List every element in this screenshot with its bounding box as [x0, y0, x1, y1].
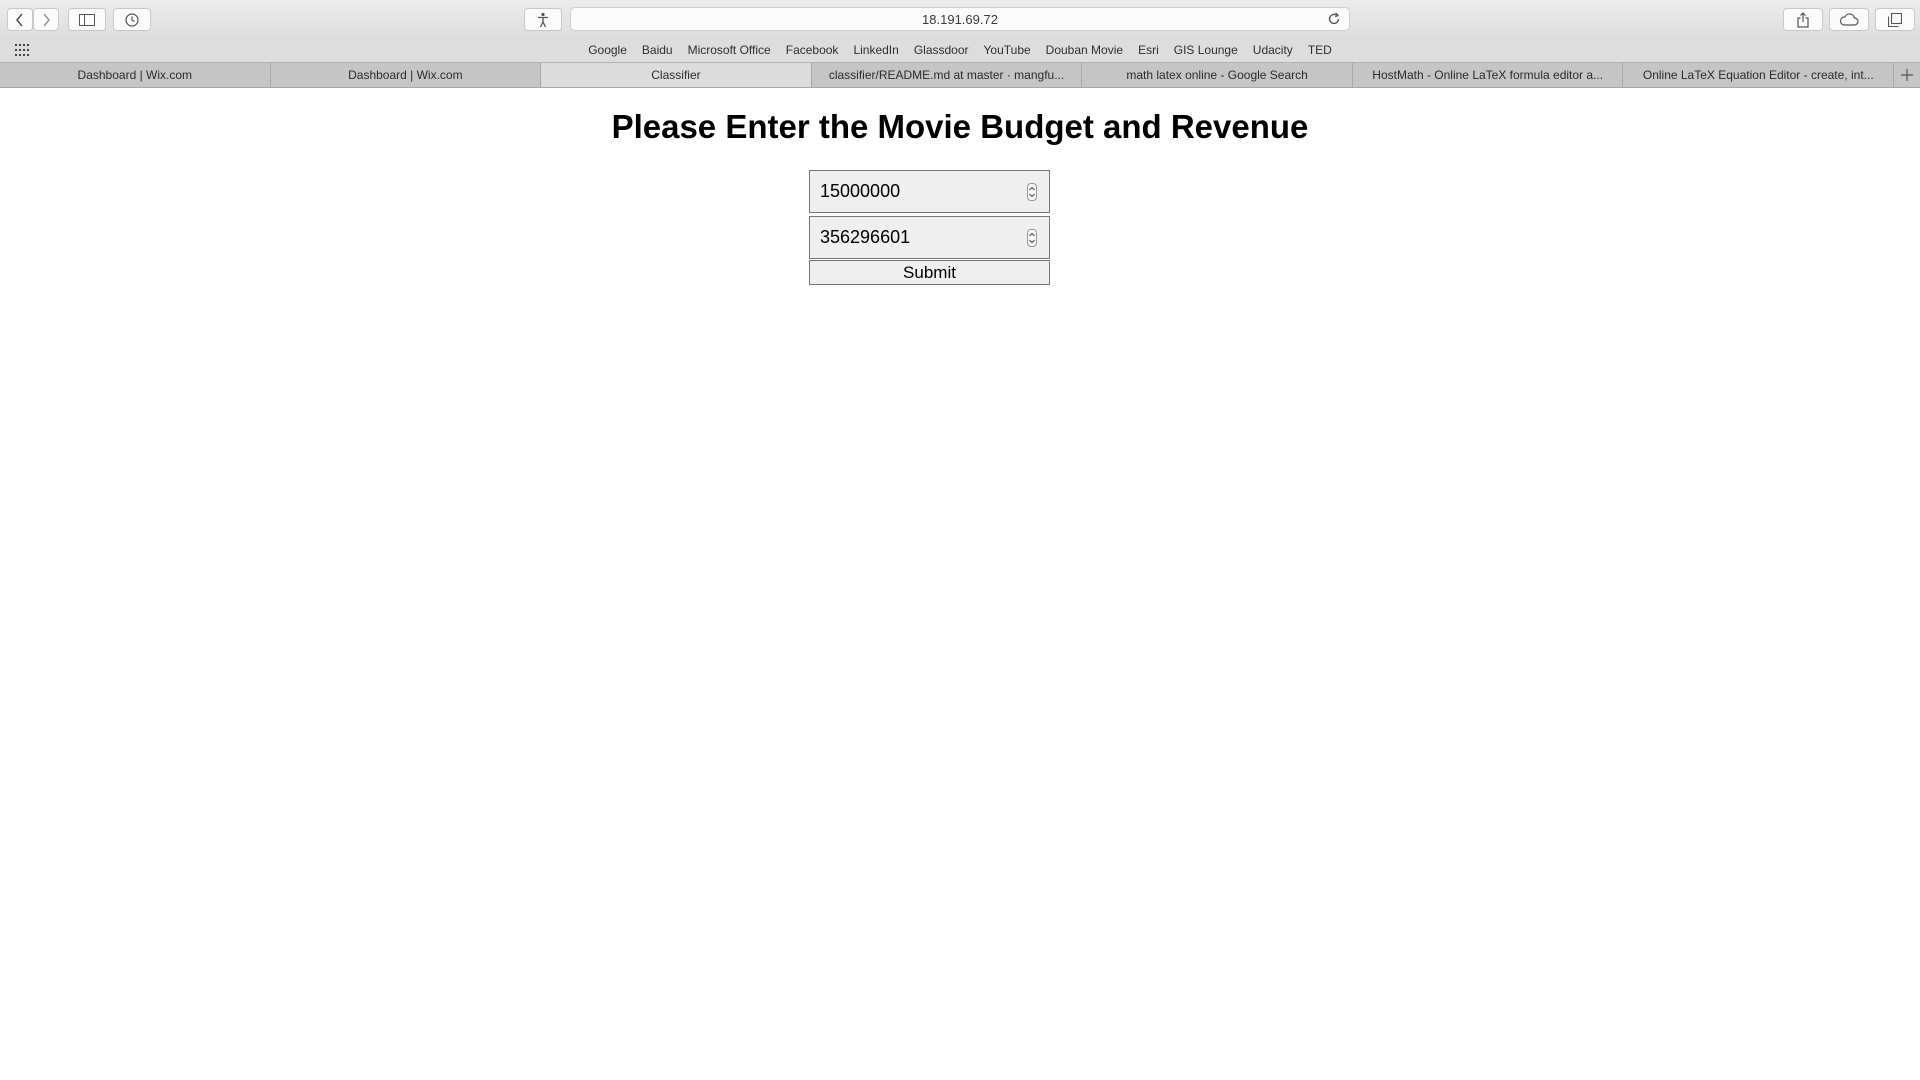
favorite-google[interactable]: Google [588, 43, 627, 57]
favorite-baidu[interactable]: Baidu [642, 43, 673, 57]
address-bar[interactable]: 18.191.69.72 [570, 7, 1350, 31]
tab-label: math latex online - Google Search [1126, 68, 1308, 82]
tab-google-search[interactable]: math latex online - Google Search [1082, 63, 1353, 87]
forward-button[interactable] [33, 8, 59, 31]
share-icon [1797, 11, 1809, 28]
favorite-udacity[interactable]: Udacity [1253, 43, 1293, 57]
tab-label: Dashboard | Wix.com [348, 68, 463, 82]
page-content: Please Enter the Movie Budget and Revenu… [0, 88, 1920, 1080]
tab-label: HostMath - Online LaTeX formula editor a… [1372, 68, 1604, 82]
tab-label: Classifier [651, 68, 701, 82]
reader-button[interactable] [524, 8, 562, 31]
revenue-input[interactable] [820, 227, 1010, 248]
chevron-right-icon [43, 12, 51, 27]
favorite-facebook[interactable]: Facebook [786, 43, 839, 57]
tab-label: Online LaTeX Equation Editor - create, i… [1642, 68, 1874, 82]
chevron-left-icon [15, 12, 23, 27]
stepper-arrows-icon [1029, 186, 1035, 198]
favorite-douban-movie[interactable]: Douban Movie [1046, 43, 1123, 57]
page-title: Please Enter the Movie Budget and Revenu… [611, 108, 1309, 145]
favorites-bar: Google Baidu Microsoft Office Facebook L… [0, 38, 1920, 62]
browser-window: 18.191.69.72 Google Baidu Microsoft Offi… [0, 0, 1920, 1080]
favorite-microsoft-office[interactable]: Microsoft Office [688, 43, 771, 57]
tab-classifier-readme[interactable]: classifier/README.md at master · mangfu.… [812, 63, 1083, 87]
submit-button[interactable]: Submit [809, 260, 1050, 285]
back-button[interactable] [7, 8, 33, 31]
stepper-arrows-icon [1029, 232, 1035, 244]
share-button[interactable] [1783, 8, 1823, 31]
tab-label: Dashboard | Wix.com [77, 68, 193, 82]
new-tab-button[interactable] [1894, 63, 1920, 87]
clock-icon [125, 12, 139, 27]
tab-latex-equation-editor[interactable]: Online LaTeX Equation Editor - create, i… [1623, 63, 1895, 87]
favorites-list: Google Baidu Microsoft Office Facebook L… [0, 38, 1920, 62]
tabs-overview-icon [1888, 12, 1902, 27]
tab-wix-dashboard-2[interactable]: Dashboard | Wix.com [271, 63, 542, 87]
favorite-gis-lounge[interactable]: GIS Lounge [1174, 43, 1238, 57]
tab-bar: Dashboard | Wix.com Dashboard | Wix.com … [0, 62, 1920, 88]
history-button[interactable] [113, 8, 151, 31]
url-text: 18.191.69.72 [922, 11, 998, 27]
tab-classifier[interactable]: Classifier [541, 63, 812, 87]
tab-label: classifier/README.md at master · mangfu.… [828, 68, 1065, 82]
plus-icon [1901, 69, 1914, 81]
tab-hostmath[interactable]: HostMath - Online LaTeX formula editor a… [1353, 63, 1624, 87]
tab-overview-button[interactable] [1875, 8, 1915, 31]
browser-toolbar: 18.191.69.72 [0, 0, 1920, 38]
revenue-field[interactable] [809, 216, 1050, 259]
reload-icon[interactable] [1327, 12, 1341, 26]
budget-field[interactable] [809, 170, 1050, 213]
revenue-stepper[interactable] [1027, 229, 1037, 247]
tab-wix-dashboard-1[interactable]: Dashboard | Wix.com [0, 63, 271, 87]
icloud-tabs-button[interactable] [1829, 8, 1869, 31]
budget-stepper[interactable] [1027, 183, 1037, 201]
accessibility-icon [538, 12, 548, 27]
sidebar-icon [79, 13, 95, 26]
favorite-glassdoor[interactable]: Glassdoor [914, 43, 969, 57]
budget-input[interactable] [820, 181, 1010, 202]
sidebar-toggle-button[interactable] [68, 8, 106, 31]
favorite-youtube[interactable]: YouTube [984, 43, 1031, 57]
favorite-esri[interactable]: Esri [1138, 43, 1159, 57]
favorite-linkedin[interactable]: LinkedIn [853, 43, 898, 57]
cloud-icon [1839, 13, 1859, 26]
favorite-ted[interactable]: TED [1308, 43, 1332, 57]
